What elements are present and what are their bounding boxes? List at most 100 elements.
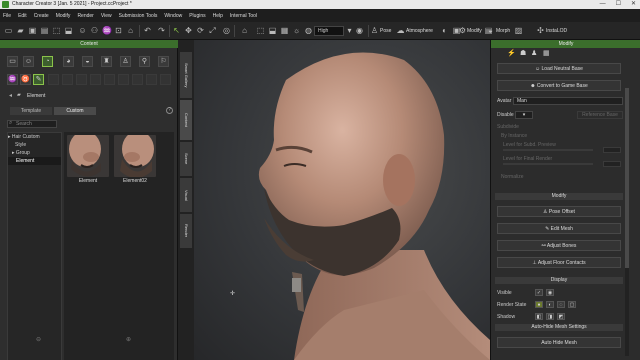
side-tab-scene[interactable]: Scene <box>180 142 192 176</box>
motion-icon[interactable]: ⚡ <box>507 49 516 57</box>
auto-hide-mesh-button[interactable]: Auto Hide Mesh <box>497 337 621 348</box>
camera-icon[interactable]: ◎ <box>222 26 231 35</box>
tree-item-style[interactable]: Style <box>8 141 61 149</box>
back-arrow-icon[interactable]: ◂ <box>9 92 12 99</box>
load-neutral-base-button[interactable]: ☺ Load Neutral Base <box>497 63 621 74</box>
empty-slot[interactable] <box>132 74 143 85</box>
prop-icon[interactable]: ⌂ <box>126 26 135 35</box>
menu-submission-tools[interactable]: Submission Tools <box>119 13 158 19</box>
empty-slot[interactable] <box>118 74 129 85</box>
empty-slot[interactable] <box>160 74 171 85</box>
add-icon[interactable]: ⊕ <box>126 336 131 343</box>
modify-icon[interactable]: ⚙ <box>458 26 467 35</box>
move-icon[interactable]: ✥ <box>184 26 193 35</box>
tab-custom[interactable]: Custom <box>54 107 96 115</box>
menu-modify[interactable]: Modify <box>56 13 71 19</box>
reference-base-button[interactable]: Reference Base <box>577 111 623 119</box>
view-icon[interactable]: ◐ <box>440 26 449 35</box>
export-icon[interactable]: ⬓ <box>64 26 73 35</box>
skin-icon[interactable]: ◒ <box>82 56 93 67</box>
menu-internal-tool[interactable]: Internal Tool <box>230 13 257 19</box>
redo-icon[interactable]: ↷ <box>157 26 166 35</box>
tree-item-hair-custom[interactable]: ▸ Hair Custom <box>8 133 61 141</box>
cloth-icon[interactable]: ⊡ <box>114 26 123 35</box>
new-file-icon[interactable]: ▭ <box>4 26 13 35</box>
open-folder-icon[interactable]: ▰ <box>16 26 25 35</box>
skin-icon[interactable]: ▨ <box>514 26 523 35</box>
tree-item-group[interactable]: ▸ Group <box>8 149 61 157</box>
close-button[interactable]: ✕ <box>631 0 636 9</box>
pose-offset-button[interactable]: ♙ Pose Offset <box>497 206 621 217</box>
maximize-button[interactable]: ☐ <box>616 0 621 9</box>
level-render-slider[interactable] <box>503 163 593 165</box>
menu-window[interactable]: Window <box>164 13 182 19</box>
menu-create[interactable]: Create <box>34 13 49 19</box>
menu-render[interactable]: Render <box>77 13 93 19</box>
empty-slot[interactable] <box>62 74 73 85</box>
thumbnail-element[interactable] <box>67 135 109 177</box>
facial-hair-icon[interactable]: ✎ <box>33 74 44 85</box>
side-tab-smart-gallery[interactable]: Smart Gallery <box>180 52 192 98</box>
side-tab-render[interactable]: Render <box>180 214 192 248</box>
import-icon[interactable]: ⬚ <box>52 26 61 35</box>
tree-item-element[interactable]: Element <box>8 157 61 165</box>
display-mode-icon[interactable]: ◍ <box>304 26 313 35</box>
modify-label[interactable]: Modify <box>467 26 482 36</box>
empty-slot[interactable] <box>48 74 59 85</box>
visible-toggle[interactable]: ✓ <box>535 289 543 296</box>
instalod-icon[interactable]: ✣ <box>536 26 545 35</box>
outfit-icon[interactable]: ♜ <box>101 56 112 67</box>
empty-slot[interactable] <box>90 74 101 85</box>
hair-icon[interactable]: ♒ <box>7 74 18 85</box>
convert-to-game-base-button[interactable]: ☻ Convert to Game Base <box>497 80 621 91</box>
level-render-value[interactable] <box>603 161 621 167</box>
character-icon[interactable]: ☺ <box>23 56 34 67</box>
attribute-icon[interactable]: ☗ <box>520 49 526 57</box>
thumbnail-element02[interactable] <box>114 135 156 177</box>
pose-label[interactable]: Pose <box>380 26 391 36</box>
render-state-shaded-icon[interactable]: ● <box>535 301 543 308</box>
menu-help[interactable]: Help <box>213 13 223 19</box>
tab-template[interactable]: Template <box>10 107 52 115</box>
search-input[interactable]: Search <box>7 120 57 128</box>
adjust-bones-button[interactable]: ⚯ Adjust Bones <box>497 240 621 251</box>
avatar-name-field[interactable]: Man <box>513 97 623 105</box>
select-icon[interactable]: ↖ <box>172 26 181 35</box>
menu-edit[interactable]: Edit <box>18 13 27 19</box>
adjust-floor-contacts-button[interactable]: ⊥ Adjust Floor Contacts <box>497 257 621 268</box>
render-state-box-icon[interactable]: ▢ <box>568 301 576 308</box>
instalod-label[interactable]: InstaLOD <box>546 26 567 36</box>
head-icon[interactable]: ◕ <box>63 56 74 67</box>
save-icon[interactable]: ▣ <box>28 26 37 35</box>
quality-select[interactable]: High <box>314 26 344 36</box>
empty-slot[interactable] <box>76 74 87 85</box>
light-icon[interactable]: ☼ <box>292 26 301 35</box>
side-tab-content[interactable]: Content <box>180 100 192 140</box>
shadow-both-icon[interactable]: ◩ <box>557 313 565 320</box>
render-state-smooth-icon[interactable]: ◐ <box>546 301 554 308</box>
morph-icon[interactable]: ♟ <box>531 49 537 57</box>
morph-icon[interactable]: ◒ <box>486 26 495 35</box>
hair-category-icon[interactable]: ◔ <box>42 56 53 67</box>
pose-icon[interactable]: ⚲ <box>139 56 150 67</box>
level-preview-slider[interactable] <box>503 149 593 151</box>
quality-dropdown-icon[interactable]: ▾ <box>345 26 354 35</box>
disable-select[interactable]: ▾ <box>515 111 533 119</box>
save-as-icon[interactable]: ▤ <box>40 26 49 35</box>
beard-icon[interactable]: ♉ <box>20 74 31 85</box>
side-tab-visual[interactable]: Visual <box>180 178 192 212</box>
frame-icon[interactable]: ⬚ <box>256 26 265 35</box>
scrollbar-thumb[interactable] <box>625 88 629 268</box>
atmosphere-icon[interactable]: ☁ <box>396 26 405 35</box>
remove-icon[interactable]: ⊖ <box>36 336 41 343</box>
undo-icon[interactable]: ↶ <box>143 26 152 35</box>
perspective-icon[interactable]: ⬓ <box>268 26 277 35</box>
home-view-icon[interactable]: ⌂ <box>240 26 249 35</box>
shadow-receive-icon[interactable]: ◨ <box>546 313 554 320</box>
material-icon[interactable]: ▦ <box>543 49 550 57</box>
visible-icon[interactable]: ◉ <box>546 289 554 296</box>
atmosphere-label[interactable]: Atmosphere <box>406 26 433 36</box>
accessory-icon[interactable]: ⚇ <box>90 26 99 35</box>
section-display[interactable]: Display <box>495 277 623 284</box>
render-preview-icon[interactable]: ◉ <box>355 26 364 35</box>
